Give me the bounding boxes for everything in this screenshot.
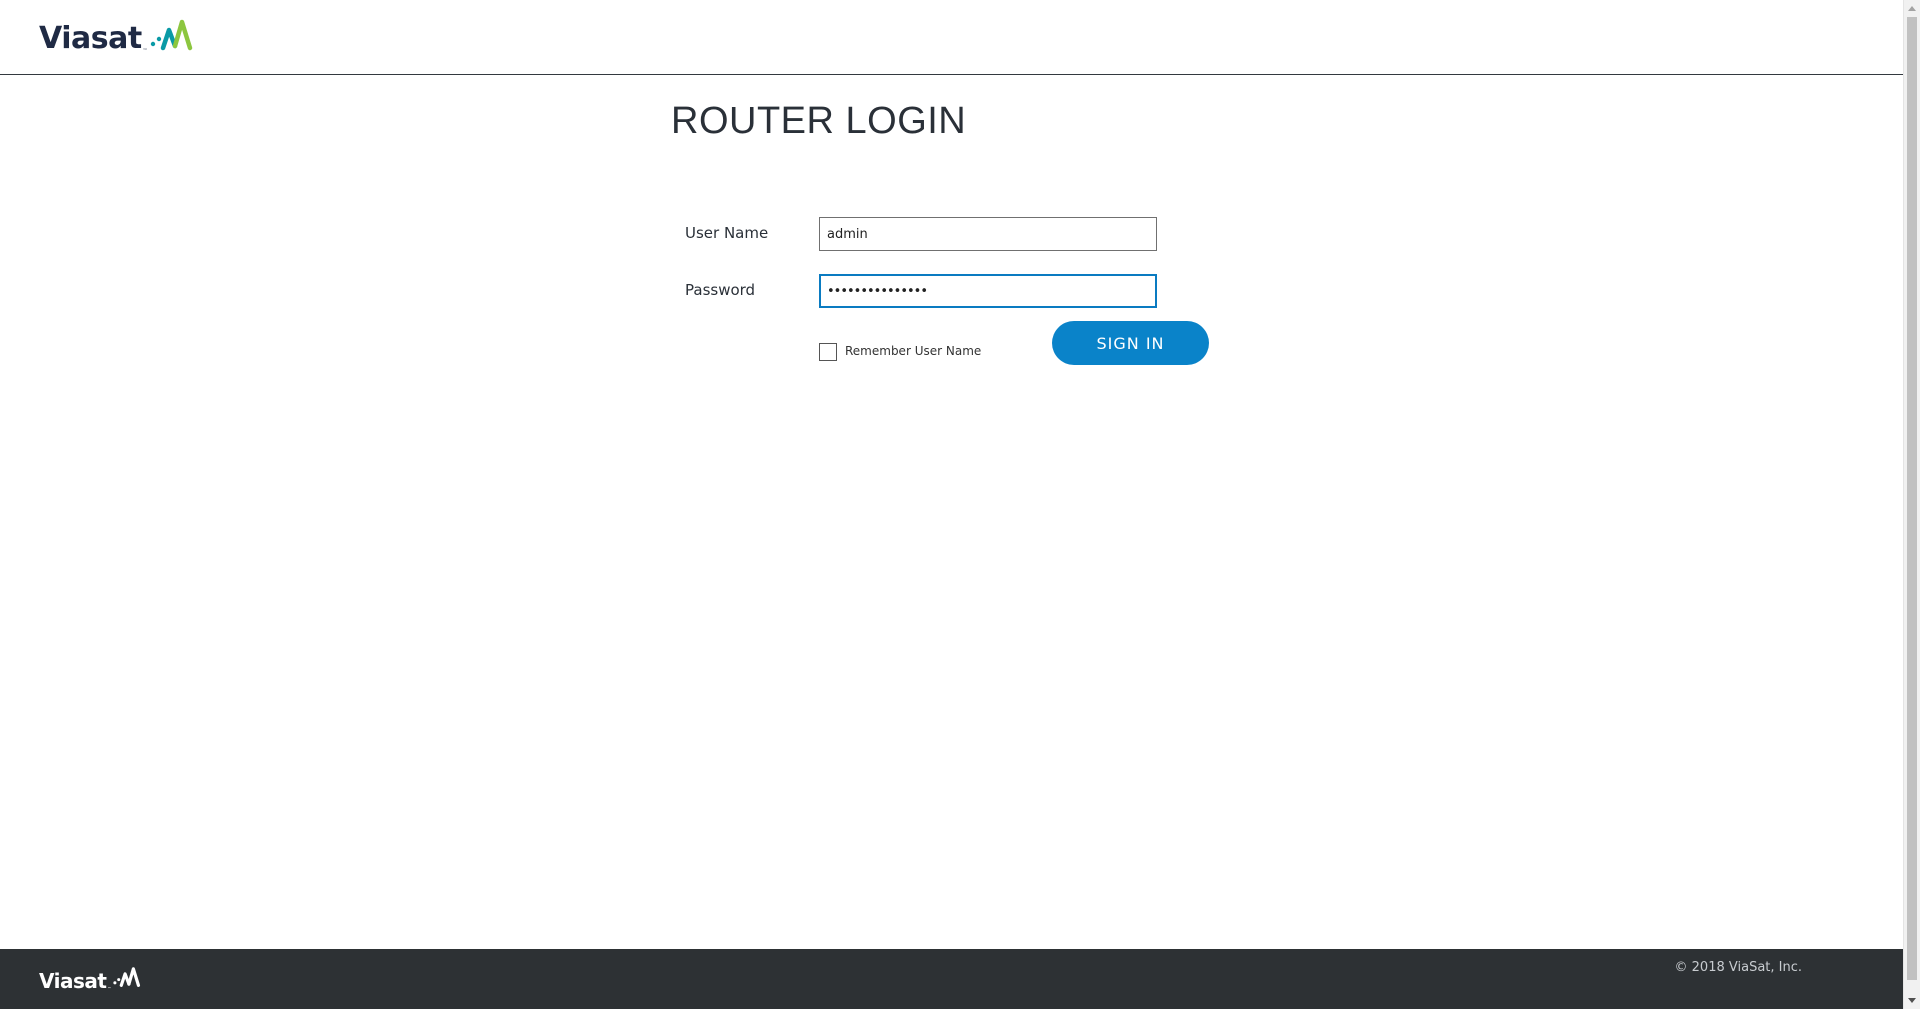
username-label: User Name xyxy=(685,224,769,242)
logo-trademark: ™ xyxy=(142,48,148,54)
viasat-wave-icon xyxy=(113,967,141,987)
copyright-text: © 2018 ViaSat, Inc. xyxy=(1674,960,1802,975)
vertical-scrollbar[interactable] xyxy=(1903,0,1920,1009)
scroll-up-arrow-icon[interactable] xyxy=(1908,6,1916,11)
page-title: ROUTER LOGIN xyxy=(671,100,967,142)
scrollbar-thumb[interactable] xyxy=(1907,17,1917,980)
page: Viasat ™ ROUTER LOGIN User Name Password… xyxy=(0,0,1920,1009)
remember-username-checkbox[interactable] xyxy=(819,343,837,361)
username-input[interactable] xyxy=(819,217,1157,251)
footer-logo[interactable]: Viasat ™ xyxy=(39,959,141,993)
remember-username-label[interactable]: Remember User Name xyxy=(845,343,981,359)
sign-in-button[interactable]: SIGN IN xyxy=(1052,321,1209,365)
header-logo[interactable]: Viasat ™ xyxy=(39,8,194,58)
footer-logo-wordmark: Viasat xyxy=(39,969,107,993)
header: Viasat ™ xyxy=(0,0,1903,75)
footer-logo-trademark: ™ xyxy=(107,986,112,991)
viewport: Viasat ™ ROUTER LOGIN User Name Password… xyxy=(0,0,1903,1009)
password-input[interactable] xyxy=(819,274,1157,308)
scroll-down-arrow-icon[interactable] xyxy=(1908,998,1916,1003)
password-label: Password xyxy=(685,281,756,299)
logo-wordmark: Viasat xyxy=(39,21,142,56)
viasat-wave-icon xyxy=(150,19,192,51)
footer: Viasat ™ © 2018 ViaSat, Inc. xyxy=(0,949,1903,1009)
